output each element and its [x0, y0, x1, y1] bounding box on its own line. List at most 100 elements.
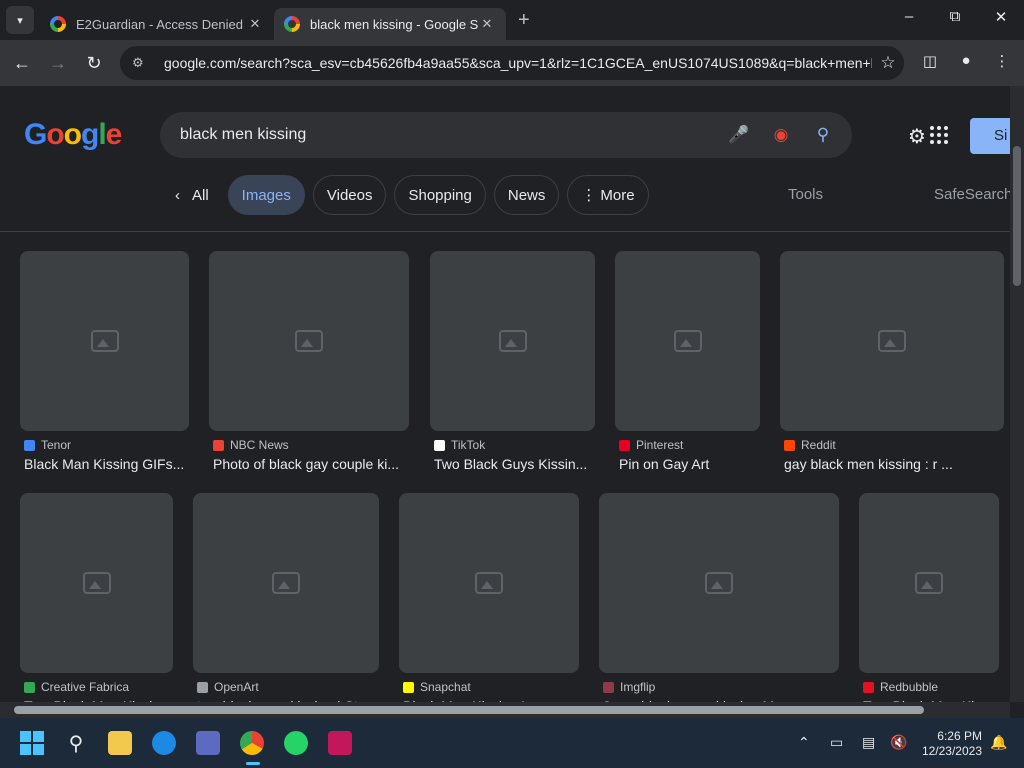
image-icon: [82, 572, 111, 594]
image-result[interactable]: NBC News Photo of black gay couple ki...: [209, 251, 409, 472]
image-placeholder[interactable]: [20, 493, 173, 673]
windows-logo-icon: [20, 731, 44, 755]
edge-icon[interactable]: [152, 731, 176, 755]
image-result[interactable]: Creative Fabrica Two Black Men Kissi...: [20, 493, 173, 714]
minimize-icon[interactable]: –: [894, 8, 924, 25]
google-logo[interactable]: Google: [24, 118, 122, 152]
horizontal-scrollbar[interactable]: [0, 702, 1010, 718]
kebab-menu-icon[interactable]: ⋮: [990, 52, 1014, 70]
source-favicon-icon: [24, 439, 35, 451]
image-icon: [878, 330, 906, 352]
source-favicon-icon: [24, 681, 35, 693]
vertical-scrollbar[interactable]: [1010, 86, 1024, 702]
image-result[interactable]: Pinterest Pin on Gay Art: [615, 251, 760, 472]
source-favicon-icon: [213, 439, 224, 451]
tab-e2guardian[interactable]: E2Guardian - Access Denied ✕: [40, 8, 274, 40]
chip-shopping[interactable]: Shopping: [394, 175, 486, 215]
lens-icon[interactable]: ◉: [760, 125, 802, 145]
search-input[interactable]: black men kissing 🎤 ◉ ⚲: [160, 112, 852, 158]
image-result[interactable]: Redbubble Two Black Man Kis...: [859, 493, 999, 714]
result-caption[interactable]: Black Man Kissing GIFs...: [20, 456, 189, 472]
chip-images[interactable]: Images: [227, 175, 305, 215]
tab-search-button[interactable]: ▾: [6, 6, 34, 34]
network-icon[interactable]: ▭: [830, 734, 843, 751]
image-result[interactable]: Snapchat Black Men Kissing Lens...: [399, 493, 579, 714]
search-query: black men kissing: [180, 126, 307, 143]
close-window-icon[interactable]: ✕: [986, 8, 1016, 26]
display-icon[interactable]: ▤: [862, 734, 875, 751]
profile-icon[interactable]: ●: [954, 52, 978, 69]
windows-taskbar: ⚲ ⌃ ▭ ▤ 🔇 6:26 PM 12/23/2023 🔔: [0, 718, 1024, 768]
tab-google-search[interactable]: black men kissing - Google Sea ✕: [274, 8, 506, 40]
source-favicon-icon: [197, 681, 208, 693]
search-icon[interactable]: ⚲: [802, 125, 844, 145]
source-favicon-icon: [603, 681, 614, 693]
browser-toolbar: ← → ↻ ⚙ google.com/search?sca_esv=cb4562…: [0, 40, 1024, 86]
result-caption[interactable]: Photo of black gay couple ki...: [209, 456, 409, 472]
new-tab-button[interactable]: +: [518, 9, 530, 32]
image-result[interactable]: Tenor Black Man Kissing GIFs...: [20, 251, 189, 472]
back-to-all-button[interactable]: ‹ All: [166, 175, 220, 215]
settings-gear-icon[interactable]: ⚙: [908, 124, 926, 149]
image-placeholder[interactable]: [859, 493, 999, 673]
scrollbar-thumb[interactable]: [1013, 146, 1021, 286]
site-info-icon[interactable]: ⚙: [132, 55, 152, 71]
result-caption[interactable]: Two Black Guys Kissin...: [430, 456, 595, 472]
google-favicon-icon: [284, 16, 300, 32]
image-placeholder[interactable]: [399, 493, 579, 673]
speaker-muted-icon[interactable]: 🔇: [890, 734, 907, 751]
kebab-icon: ⋮: [581, 187, 597, 204]
image-placeholder[interactable]: [780, 251, 1004, 431]
tools-button[interactable]: Tools: [788, 186, 823, 203]
reload-icon[interactable]: ↻: [76, 53, 112, 74]
close-tab-icon[interactable]: ✕: [246, 16, 264, 32]
chip-videos[interactable]: Videos: [312, 175, 387, 215]
chip-more[interactable]: ⋮ More: [567, 175, 649, 215]
image-result[interactable]: Reddit gay black men kissing : r ...: [780, 251, 1004, 472]
address-bar[interactable]: ⚙ google.com/search?sca_esv=cb45626fb4a9…: [120, 46, 904, 80]
result-caption[interactable]: gay black men kissing : r ...: [780, 456, 1004, 472]
image-placeholder[interactable]: [209, 251, 409, 431]
result-caption[interactable]: Pin on Gay Art: [615, 456, 760, 472]
image-placeholder[interactable]: [20, 251, 189, 431]
restore-icon[interactable]: ⧉: [940, 8, 970, 25]
chevron-left-icon: ‹: [175, 186, 180, 204]
image-result[interactable]: OpenArt two black men kissing | St...: [193, 493, 379, 714]
forward-arrow-icon[interactable]: →: [40, 53, 76, 74]
chevron-up-icon[interactable]: ⌃: [798, 734, 810, 751]
side-panel-icon[interactable]: ◫: [918, 52, 942, 70]
source-favicon-icon: [403, 681, 414, 693]
close-tab-icon[interactable]: ✕: [478, 16, 496, 32]
image-result[interactable]: Imgflip 2 gay black mens kissing Memes..…: [599, 493, 839, 714]
start-button[interactable]: [20, 731, 44, 755]
image-placeholder[interactable]: [615, 251, 760, 431]
microphone-icon[interactable]: 🎤: [718, 125, 760, 145]
store-icon[interactable]: [196, 731, 220, 755]
image-icon: [705, 572, 733, 594]
file-explorer-icon[interactable]: [108, 731, 132, 755]
image-placeholder[interactable]: [430, 251, 595, 431]
source-favicon-icon: [619, 439, 630, 451]
google-favicon-icon: [50, 16, 66, 32]
image-placeholder[interactable]: [599, 493, 839, 673]
chip-news[interactable]: News: [493, 175, 560, 215]
tab-title: E2Guardian - Access Denied: [76, 16, 243, 32]
search-filter-chips: ‹ All Images Videos Shopping News ⋮ More: [166, 175, 657, 215]
safesearch-button[interactable]: SafeSearch: [934, 186, 1012, 203]
image-icon: [475, 572, 503, 594]
image-result[interactable]: TikTok Two Black Guys Kissin...: [430, 251, 595, 472]
search-icon[interactable]: ⚲: [64, 731, 88, 755]
system-clock[interactable]: 6:26 PM 12/23/2023: [920, 729, 982, 759]
bookmark-star-icon[interactable]: ☆: [872, 53, 904, 73]
chrome-icon[interactable]: [240, 731, 264, 755]
image-placeholder[interactable]: [193, 493, 379, 673]
apps-grid-icon[interactable]: [930, 126, 948, 144]
scrollbar-thumb[interactable]: [14, 706, 924, 714]
app-icon[interactable]: [328, 731, 352, 755]
chevron-down-icon: ▾: [17, 14, 23, 27]
back-arrow-icon[interactable]: ←: [4, 53, 40, 74]
tab-title: black men kissing - Google Sea: [310, 16, 478, 32]
whatsapp-icon[interactable]: [284, 731, 308, 755]
image-icon: [498, 330, 527, 352]
notification-bell-icon[interactable]: 🔔: [990, 734, 1007, 751]
